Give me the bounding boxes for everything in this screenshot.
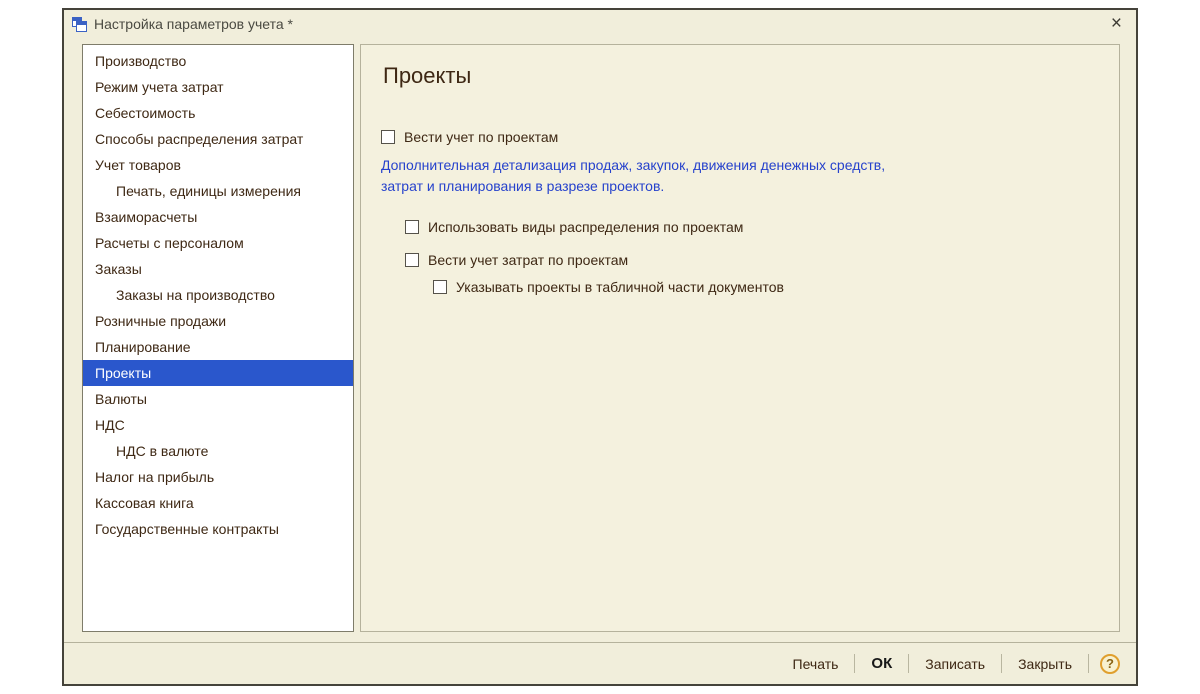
sidebar-item-currencies[interactable]: Валюты xyxy=(83,386,353,412)
close-icon[interactable]: × xyxy=(1109,14,1124,33)
checkbox-row-projects-accounting[interactable]: Вести учет по проектам xyxy=(381,129,1099,145)
form-icon xyxy=(72,16,87,32)
sidebar-item-cost-distribution[interactable]: Способы распределения затрат xyxy=(83,126,353,152)
checkbox[interactable] xyxy=(433,280,447,294)
description-line: Дополнительная детализация продаж, закуп… xyxy=(381,157,886,173)
checkbox-label: Вести учет по проектам xyxy=(404,129,559,145)
description-line: затрат и планирования в разрезе проектов… xyxy=(381,178,665,194)
checkbox-label: Вести учет затрат по проектам xyxy=(428,252,629,268)
checkbox-label: Использовать виды распределения по проек… xyxy=(428,219,744,235)
checkbox-label: Указывать проекты в табличной части доку… xyxy=(456,279,784,295)
settings-nav-list: Производство Режим учета затрат Себестои… xyxy=(82,44,354,632)
sidebar-item-projects[interactable]: Проекты xyxy=(83,360,353,386)
sidebar-item-cost-price[interactable]: Себестоимость xyxy=(83,100,353,126)
sidebar-item-vat-currency[interactable]: НДС в валюте xyxy=(83,438,353,464)
checkbox[interactable] xyxy=(405,220,419,234)
checkbox-row-projects-in-tabular[interactable]: Указывать проекты в табличной части доку… xyxy=(433,279,1099,295)
footer-bar: Печать ОК Записать Закрыть ? xyxy=(64,642,1136,684)
checkbox[interactable] xyxy=(405,253,419,267)
sidebar-item-goods-accounting[interactable]: Учет товаров xyxy=(83,152,353,178)
sidebar-item-production[interactable]: Производство xyxy=(83,48,353,74)
divider xyxy=(1001,654,1003,673)
settings-panel: Проекты Вести учет по проектам Дополните… xyxy=(360,44,1120,632)
sidebar-item-orders[interactable]: Заказы xyxy=(83,256,353,282)
settings-window: Настройка параметров учета * × Производс… xyxy=(62,8,1138,686)
window-titlebar[interactable]: Настройка параметров учета * × xyxy=(64,10,1136,38)
desktop: Настройка параметров учета * × Производс… xyxy=(0,0,1200,694)
sidebar-item-cost-mode[interactable]: Режим учета затрат xyxy=(83,74,353,100)
sidebar-item-cash-book[interactable]: Кассовая книга xyxy=(83,490,353,516)
sidebar-item-government-contracts[interactable]: Государственные контракты xyxy=(83,516,353,542)
sidebar-item-mutual-settlements[interactable]: Взаиморасчеты xyxy=(83,204,353,230)
ok-button[interactable]: ОК xyxy=(866,652,897,675)
sidebar-item-print-units[interactable]: Печать, единицы измерения xyxy=(83,178,353,204)
checkbox[interactable] xyxy=(381,130,395,144)
divider xyxy=(908,654,910,673)
checkbox-row-distribution-kinds[interactable]: Использовать виды распределения по проек… xyxy=(405,219,1099,235)
sidebar-item-income-tax[interactable]: Налог на прибыль xyxy=(83,464,353,490)
sidebar-item-personnel-settlements[interactable]: Расчеты с персоналом xyxy=(83,230,353,256)
help-icon[interactable]: ? xyxy=(1100,653,1120,674)
page-title: Проекты xyxy=(383,63,472,88)
save-button[interactable]: Записать xyxy=(920,653,990,675)
divider xyxy=(1088,654,1089,673)
close-button[interactable]: Закрыть xyxy=(1013,653,1077,675)
sidebar-item-vat[interactable]: НДС xyxy=(83,412,353,438)
sidebar-item-planning[interactable]: Планирование xyxy=(83,334,353,360)
window-title: Настройка параметров учета * xyxy=(94,16,294,32)
sidebar-item-production-orders[interactable]: Заказы на производство xyxy=(83,282,353,308)
content-area: Производство Режим учета затрат Себестои… xyxy=(64,38,1136,632)
checkbox-row-costs-by-projects[interactable]: Вести учет затрат по проектам xyxy=(405,252,1099,268)
description-text: Дополнительная детализация продаж, закуп… xyxy=(381,155,1099,197)
print-button[interactable]: Печать xyxy=(788,653,844,675)
divider xyxy=(854,654,856,673)
sidebar-item-retail-sales[interactable]: Розничные продажи xyxy=(83,308,353,334)
